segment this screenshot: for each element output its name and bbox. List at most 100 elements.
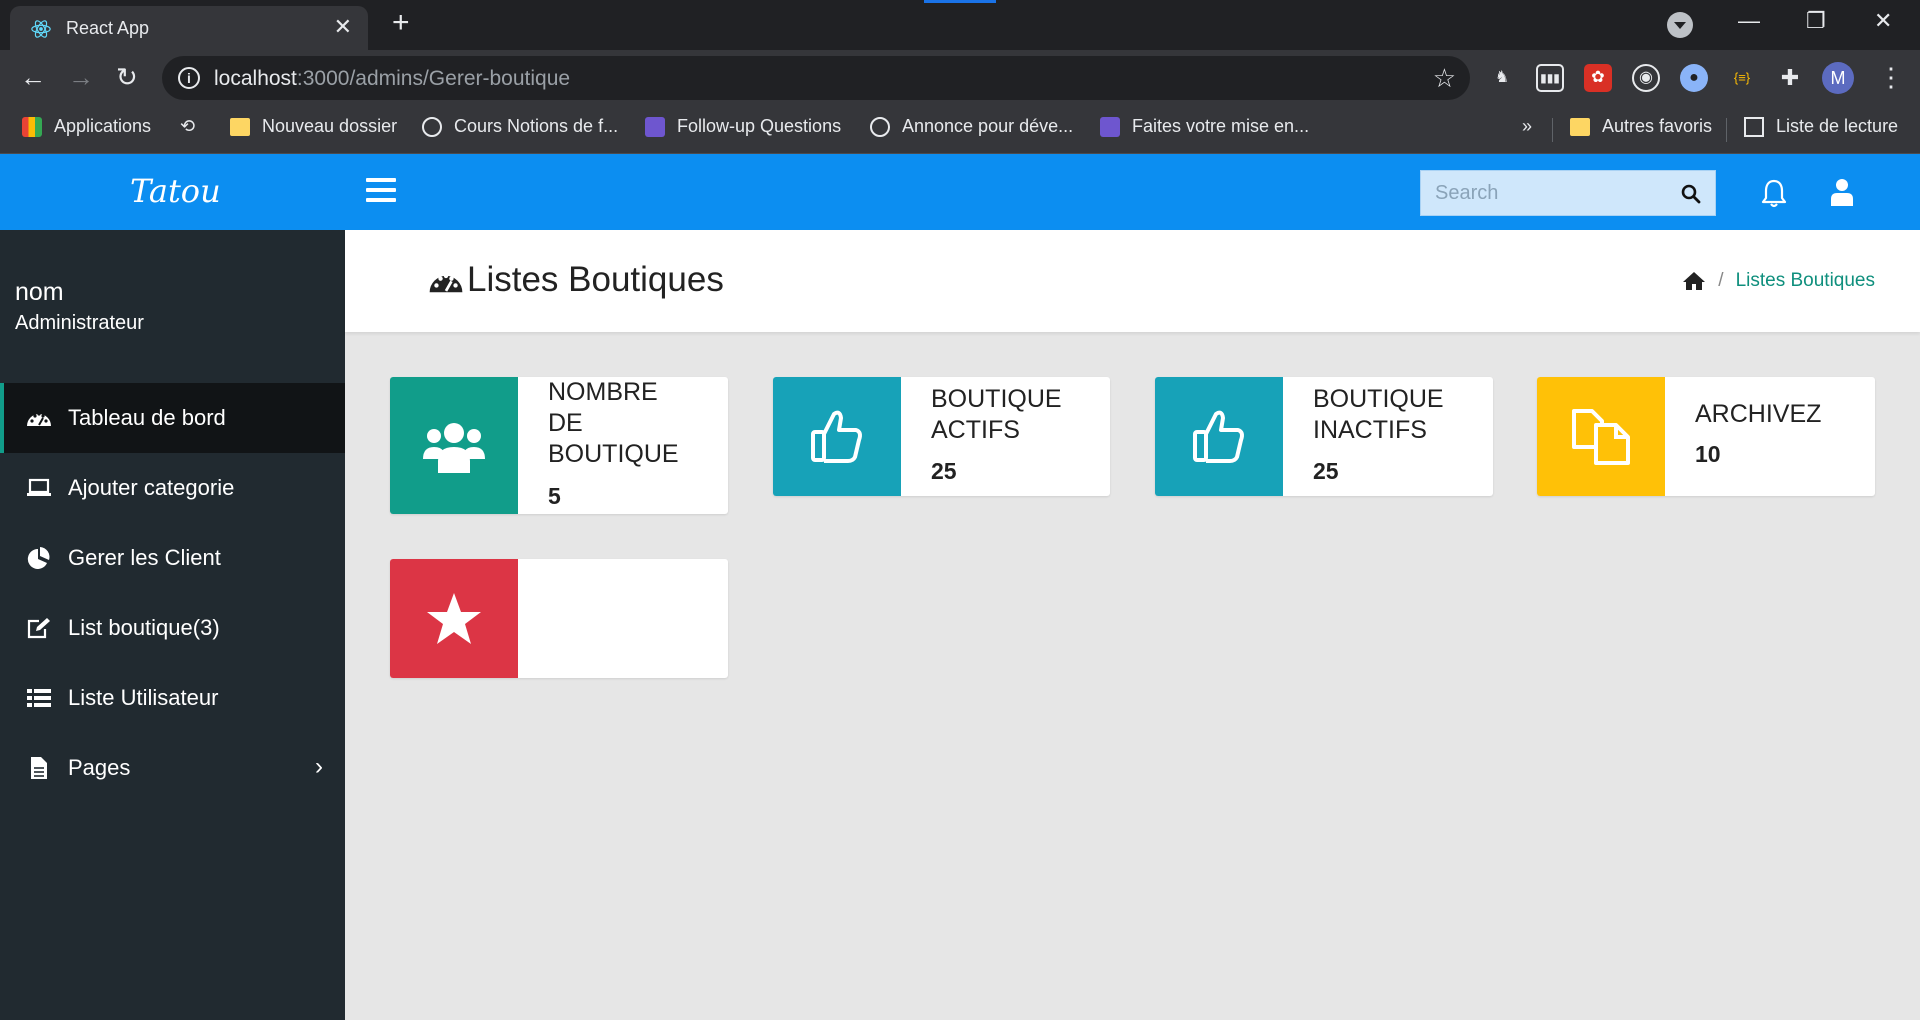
sidebar-item-ajouter-categorie[interactable]: Ajouter categorie: [0, 453, 345, 523]
stat-card-nombre-boutique[interactable]: NOMBRE DE BOUTIQUE 5: [390, 377, 728, 514]
search-input[interactable]: [1421, 171, 1661, 215]
bookmark-annonce[interactable]: Annonce pour déve...: [870, 116, 1073, 137]
card-icon-box: [390, 377, 518, 514]
extension-json-icon[interactable]: {≡}: [1728, 64, 1756, 92]
react-icon: [31, 20, 51, 38]
browser-menu-icon[interactable]: ⋮: [1878, 62, 1904, 92]
bookmark-faites-votre[interactable]: Faites votre mise en...: [1100, 116, 1309, 137]
card-value: 25: [1313, 458, 1339, 484]
extension-target-icon[interactable]: ◉: [1632, 64, 1660, 92]
folder-icon: [1570, 117, 1590, 136]
folder-icon: [230, 117, 250, 136]
stat-card-boutique-actifs[interactable]: BOUTIQUE ACTIFS 25: [773, 377, 1110, 496]
forward-button[interactable]: →: [68, 62, 94, 92]
list-icon: [27, 689, 51, 707]
browser-toolbar: ← → ↻ i localhost:3000/admins/Gerer-bout…: [0, 50, 1920, 106]
extension-paw-icon[interactable]: ✿: [1584, 64, 1612, 92]
extensions-puzzle-icon[interactable]: ✚: [1776, 64, 1804, 92]
sidebar-item-label: Gerer les Client: [68, 545, 221, 570]
new-tab-button[interactable]: +: [392, 8, 410, 38]
card-icon-box: [773, 377, 901, 496]
star-icon: [427, 592, 481, 644]
close-window-button[interactable]: ✕: [1874, 8, 1892, 34]
history-icon[interactable]: ⟲: [180, 116, 195, 137]
globe-icon: [870, 116, 890, 137]
sidebar-item-label: Pages: [68, 755, 131, 780]
back-button[interactable]: ←: [20, 62, 46, 92]
chevron-right-icon: ›: [315, 753, 323, 780]
search-box: [1420, 170, 1716, 216]
card-label: BOUTIQUE ACTIFS: [931, 385, 1062, 444]
tab-drag-indicator: [924, 0, 996, 3]
bookmarks-more-button[interactable]: »: [1522, 116, 1532, 137]
menu-toggle-icon[interactable]: [366, 178, 396, 202]
sidebar-item-pages[interactable]: Pages ›: [0, 733, 345, 803]
browser-tab[interactable]: React App ✕: [10, 6, 368, 50]
extension-piano-icon[interactable]: ▮▮▮: [1536, 64, 1564, 92]
url-text[interactable]: localhost:3000/admins/Gerer-boutique: [214, 67, 570, 91]
sidebar-item-liste-utilisateur[interactable]: Liste Utilisateur: [0, 663, 345, 733]
tab-close-icon[interactable]: ✕: [334, 16, 352, 38]
sidebar-user-role: Administrateur: [15, 312, 144, 334]
copy-icon: [1572, 408, 1630, 465]
sidebar-item-label: Tableau de bord: [68, 405, 226, 430]
browser-tab-strip: React App ✕ + — ❐ ✕: [0, 0, 1920, 50]
app-header: Tatou: [0, 154, 1920, 230]
reading-list-button[interactable]: Liste de lecture: [1744, 116, 1898, 137]
sidebar-item-list-boutique[interactable]: List boutique(3): [0, 593, 345, 663]
stat-card-favoris[interactable]: [390, 559, 728, 678]
card-icon-box: [1155, 377, 1283, 496]
file-icon: [31, 757, 47, 779]
address-bar[interactable]: i localhost:3000/admins/Gerer-boutique ☆: [162, 56, 1470, 100]
stat-card-boutique-inactifs[interactable]: BOUTIQUE INACTIFS 25: [1155, 377, 1493, 496]
card-value: 5: [548, 483, 561, 509]
thumbs-up-icon: [811, 410, 862, 463]
bell-icon[interactable]: [1760, 178, 1788, 208]
page-title: Listes Boutiques: [427, 260, 724, 300]
sidebar-item-tableau-de-bord[interactable]: Tableau de bord: [0, 383, 345, 453]
users-icon: [423, 422, 485, 473]
bookmark-nouveau-dossier[interactable]: Nouveau dossier: [230, 116, 397, 137]
tab-title: React App: [66, 18, 150, 38]
card-icon-box: [1537, 377, 1665, 496]
bookmark-follow-up[interactable]: Follow-up Questions: [645, 116, 841, 137]
card-value: 25: [931, 458, 957, 484]
bookmark-cours-notions[interactable]: Cours Notions de f...: [422, 116, 618, 137]
restore-button[interactable]: ❐: [1806, 8, 1826, 34]
sidebar-user-name: nom: [15, 278, 64, 306]
extension-horse-icon[interactable]: ♞: [1488, 64, 1516, 92]
card-label: ARCHIVEZ: [1695, 400, 1822, 428]
bookmark-other-favorites[interactable]: Autres favoris: [1570, 116, 1712, 137]
tab-search-button[interactable]: [1667, 12, 1693, 38]
extension-drop-icon[interactable]: ●: [1680, 64, 1708, 92]
bookmarks-divider: [1726, 118, 1727, 142]
sidebar-item-label: List boutique(3): [68, 615, 220, 640]
brand-logo[interactable]: Tatou: [130, 172, 221, 210]
bookmark-star-icon[interactable]: ☆: [1433, 63, 1456, 94]
site-info-icon[interactable]: i: [178, 67, 200, 89]
sidebar-item-gerer-les-client[interactable]: Gerer les Client: [0, 523, 345, 593]
thumbs-up-icon: [1193, 410, 1244, 463]
profile-avatar[interactable]: M: [1822, 62, 1854, 94]
bookmarks-bar: Applications ⟲ Nouveau dossier Cours Not…: [0, 106, 1920, 154]
apps-grid-icon: [22, 116, 42, 137]
breadcrumb: / Listes Boutiques: [1682, 270, 1875, 292]
edit-icon: [27, 618, 50, 639]
home-icon[interactable]: [1682, 271, 1706, 291]
card-label: NOMBRE DE BOUTIQUE: [548, 378, 679, 468]
page-title-text: Listes Boutiques: [467, 260, 724, 299]
minimize-button[interactable]: —: [1738, 8, 1760, 34]
user-icon[interactable]: [1830, 178, 1854, 206]
globe-icon: [422, 116, 442, 137]
dashboard-icon: [429, 273, 463, 293]
pie-chart-icon: [27, 547, 50, 569]
bookmarks-divider: [1552, 118, 1553, 142]
stat-card-archivez[interactable]: ARCHIVEZ 10: [1537, 377, 1875, 496]
reload-button[interactable]: ↻: [116, 62, 138, 92]
search-icon[interactable]: [1681, 184, 1701, 204]
sidebar: nom Administrateur Tableau de bord Ajout…: [0, 230, 345, 1020]
bookmark-applications[interactable]: Applications: [22, 116, 151, 137]
breadcrumb-current[interactable]: Listes Boutiques: [1736, 270, 1875, 292]
card-value: 10: [1695, 441, 1721, 467]
content-header: Listes Boutiques / Listes Boutiques: [345, 230, 1920, 332]
